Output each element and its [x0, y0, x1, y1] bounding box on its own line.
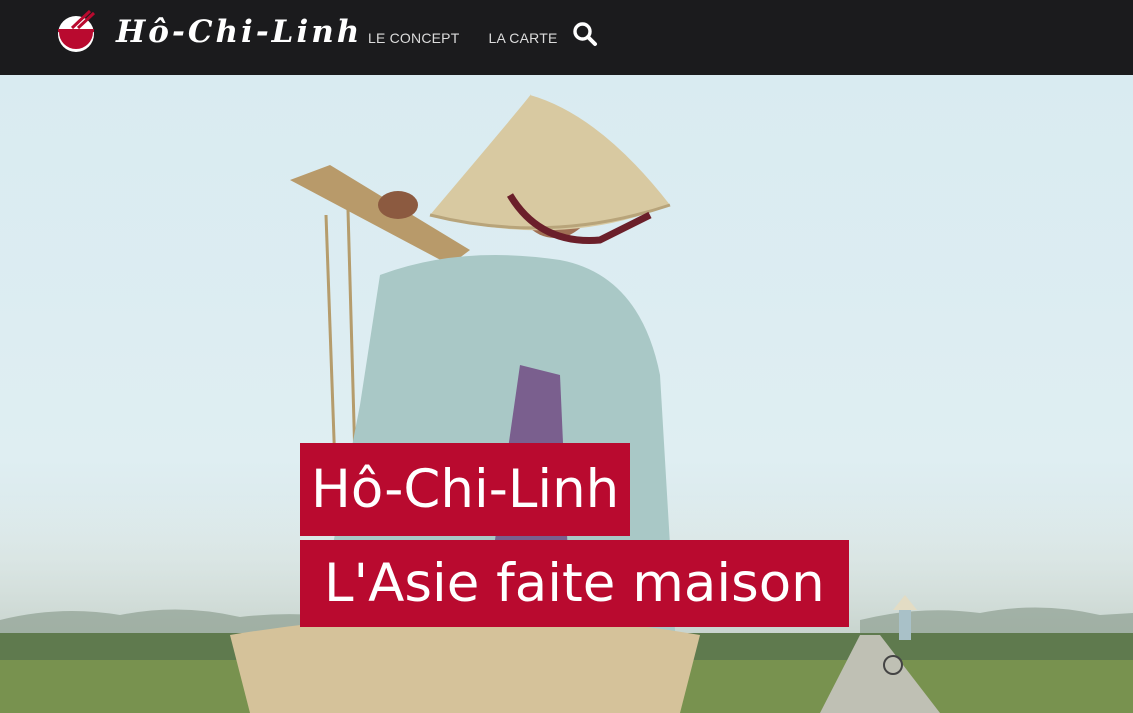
main-nav: LE CONCEPT LA CARTE — [368, 0, 587, 75]
nav-link-concept[interactable]: LE CONCEPT — [368, 30, 459, 46]
brand-logo[interactable]: Hô-Chi-Linh — [54, 10, 362, 54]
hero-title-line1: Hô-Chi-Linh — [300, 443, 631, 536]
top-navbar: Hô-Chi-Linh LE CONCEPT LA CARTE — [0, 0, 1133, 75]
search-button[interactable] — [572, 21, 598, 47]
search-icon — [573, 22, 597, 46]
hero-banner: Hô-Chi-Linh L'Asie faite maison — [0, 75, 1133, 713]
bowl-chopsticks-icon — [58, 10, 96, 52]
brand-name: Hô-Chi-Linh — [116, 14, 363, 50]
nav-link-carte[interactable]: LA CARTE — [488, 30, 557, 46]
hero-title-line2: L'Asie faite maison — [300, 540, 849, 627]
